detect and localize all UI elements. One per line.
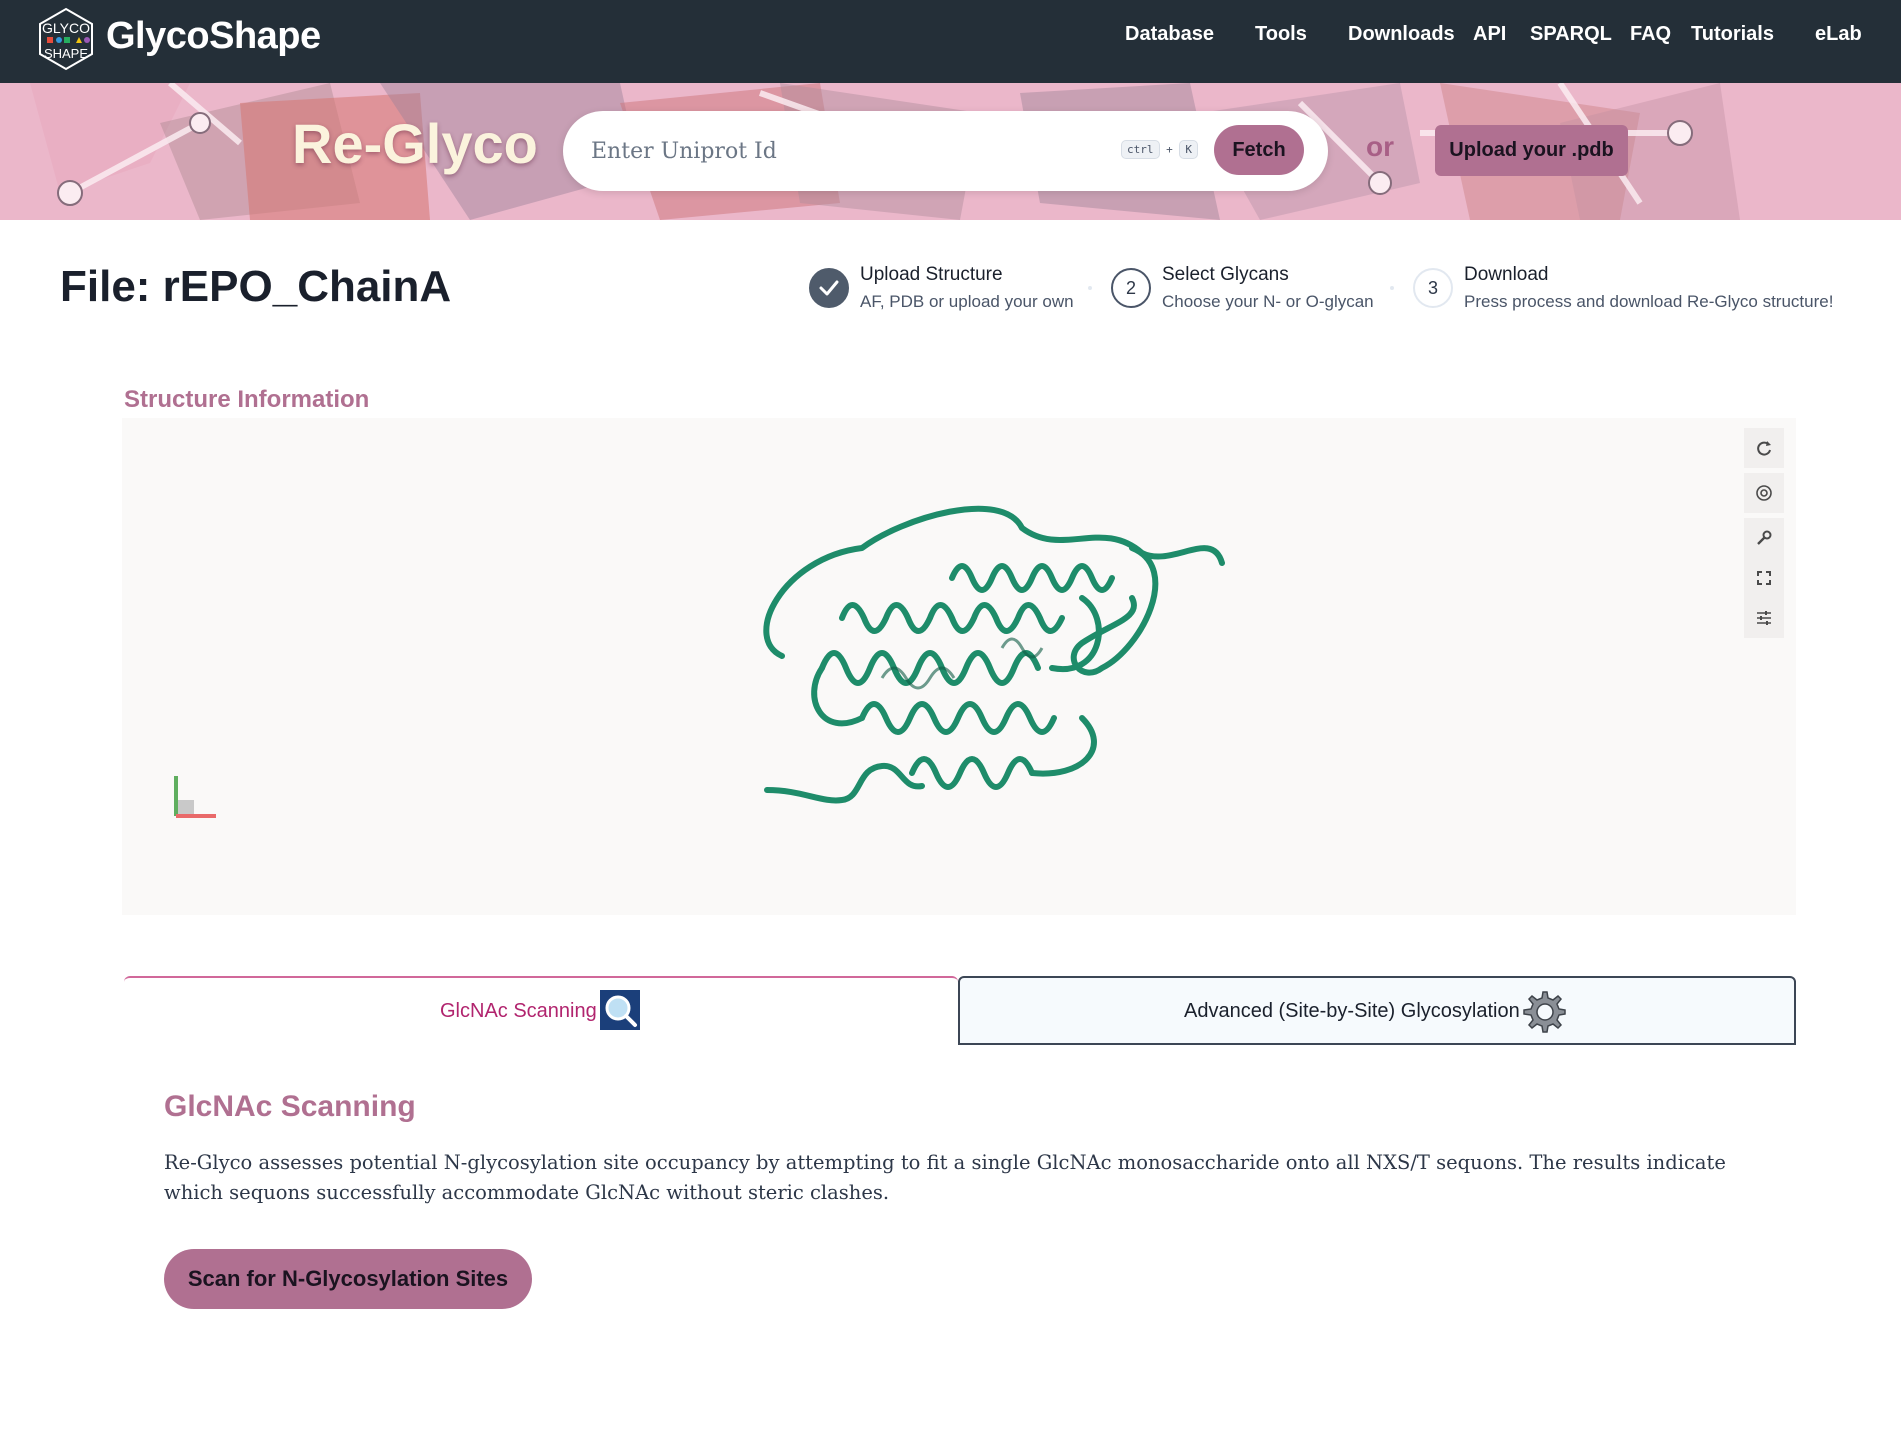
kbd-k: K bbox=[1179, 140, 1198, 159]
screenshot-icon[interactable] bbox=[1744, 473, 1784, 513]
tab-glcnac-scanning[interactable]: GlcNAc Scanning bbox=[124, 976, 958, 1045]
step-2-description: Choose your N- or O-glycan bbox=[1162, 292, 1374, 311]
step-1-check-icon bbox=[809, 268, 849, 308]
nav-sparql[interactable]: SPARQL bbox=[1530, 23, 1612, 46]
nav-tools[interactable]: Tools bbox=[1255, 23, 1307, 46]
upload-pdb-button[interactable]: Upload your .pdb bbox=[1435, 125, 1628, 176]
step-3-number: 3 bbox=[1413, 268, 1453, 308]
step-separator bbox=[1088, 286, 1092, 290]
file-title: File: rEPO_ChainA bbox=[60, 262, 452, 311]
logo-text-bottom: SHAPE bbox=[44, 46, 88, 61]
reglyco-title: Re-Glyco bbox=[292, 112, 538, 175]
step-3-description: Press process and download Re-Glyco stru… bbox=[1464, 292, 1834, 311]
uniprot-search-box: ctrl + K Fetch bbox=[563, 111, 1328, 191]
axis-gizmo bbox=[174, 776, 216, 818]
step-2-number: 2 bbox=[1111, 268, 1151, 308]
fetch-button[interactable]: Fetch bbox=[1214, 125, 1304, 175]
kbd-plus: + bbox=[1166, 143, 1173, 156]
kbd-ctrl: ctrl bbox=[1121, 140, 1160, 159]
tab-glcnac-scanning-label: GlcNAc Scanning bbox=[440, 1000, 597, 1022]
logo-text-top: GLYCO bbox=[42, 20, 90, 36]
top-navigation-bar: GLYCO SHAPE GlycoShape Database Tools Do… bbox=[0, 0, 1901, 83]
magnifier-icon bbox=[600, 990, 640, 1035]
molecular-structure-viewer[interactable] bbox=[122, 418, 1796, 915]
tab-advanced-glycosylation[interactable]: Advanced (Site-by-Site) Glycosylation bbox=[958, 976, 1796, 1045]
protein-ribbon-render bbox=[174, 505, 1225, 818]
nav-database[interactable]: Database bbox=[1125, 23, 1214, 46]
nav-downloads[interactable]: Downloads bbox=[1348, 23, 1455, 46]
structure-information-label: Structure Information bbox=[124, 386, 370, 413]
tab-advanced-glycosylation-label: Advanced (Site-by-Site) Glycosylation bbox=[1184, 1000, 1520, 1022]
wrench-icon[interactable] bbox=[1744, 518, 1784, 558]
hero-banner: Re-Glyco ctrl + K Fetch or Upload your .… bbox=[0, 83, 1901, 220]
scan-n-glycosylation-button[interactable]: Scan for N-Glycosylation Sites bbox=[164, 1249, 532, 1309]
glcnac-panel-description: Re-Glyco assesses potential N-glycosylat… bbox=[164, 1151, 1726, 1204]
uniprot-id-input[interactable] bbox=[591, 129, 1071, 173]
nav-elab[interactable]: eLab bbox=[1815, 23, 1862, 46]
step-3-title: Download bbox=[1464, 264, 1549, 285]
step-2-title: Select Glycans bbox=[1162, 264, 1289, 285]
step-separator bbox=[1390, 286, 1394, 290]
step-1-description: AF, PDB or upload your own bbox=[860, 292, 1074, 311]
nav-tutorials[interactable]: Tutorials bbox=[1691, 23, 1774, 46]
nav-faq[interactable]: FAQ bbox=[1630, 23, 1671, 46]
glcnac-panel-heading: GlcNAc Scanning bbox=[164, 1090, 416, 1123]
nav-api[interactable]: API bbox=[1473, 23, 1506, 46]
gear-icon bbox=[1523, 990, 1567, 1039]
reset-view-icon[interactable] bbox=[1744, 428, 1784, 468]
step-1-title: Upload Structure bbox=[860, 264, 1003, 285]
glycoshape-logo[interactable]: GLYCO SHAPE bbox=[34, 7, 98, 71]
settings-sliders-icon[interactable] bbox=[1744, 598, 1784, 638]
keyboard-shortcut-hint: ctrl + K bbox=[1121, 140, 1198, 159]
or-separator: or bbox=[1366, 131, 1394, 162]
expand-icon[interactable] bbox=[1744, 558, 1784, 598]
brand-name[interactable]: GlycoShape bbox=[106, 15, 321, 58]
